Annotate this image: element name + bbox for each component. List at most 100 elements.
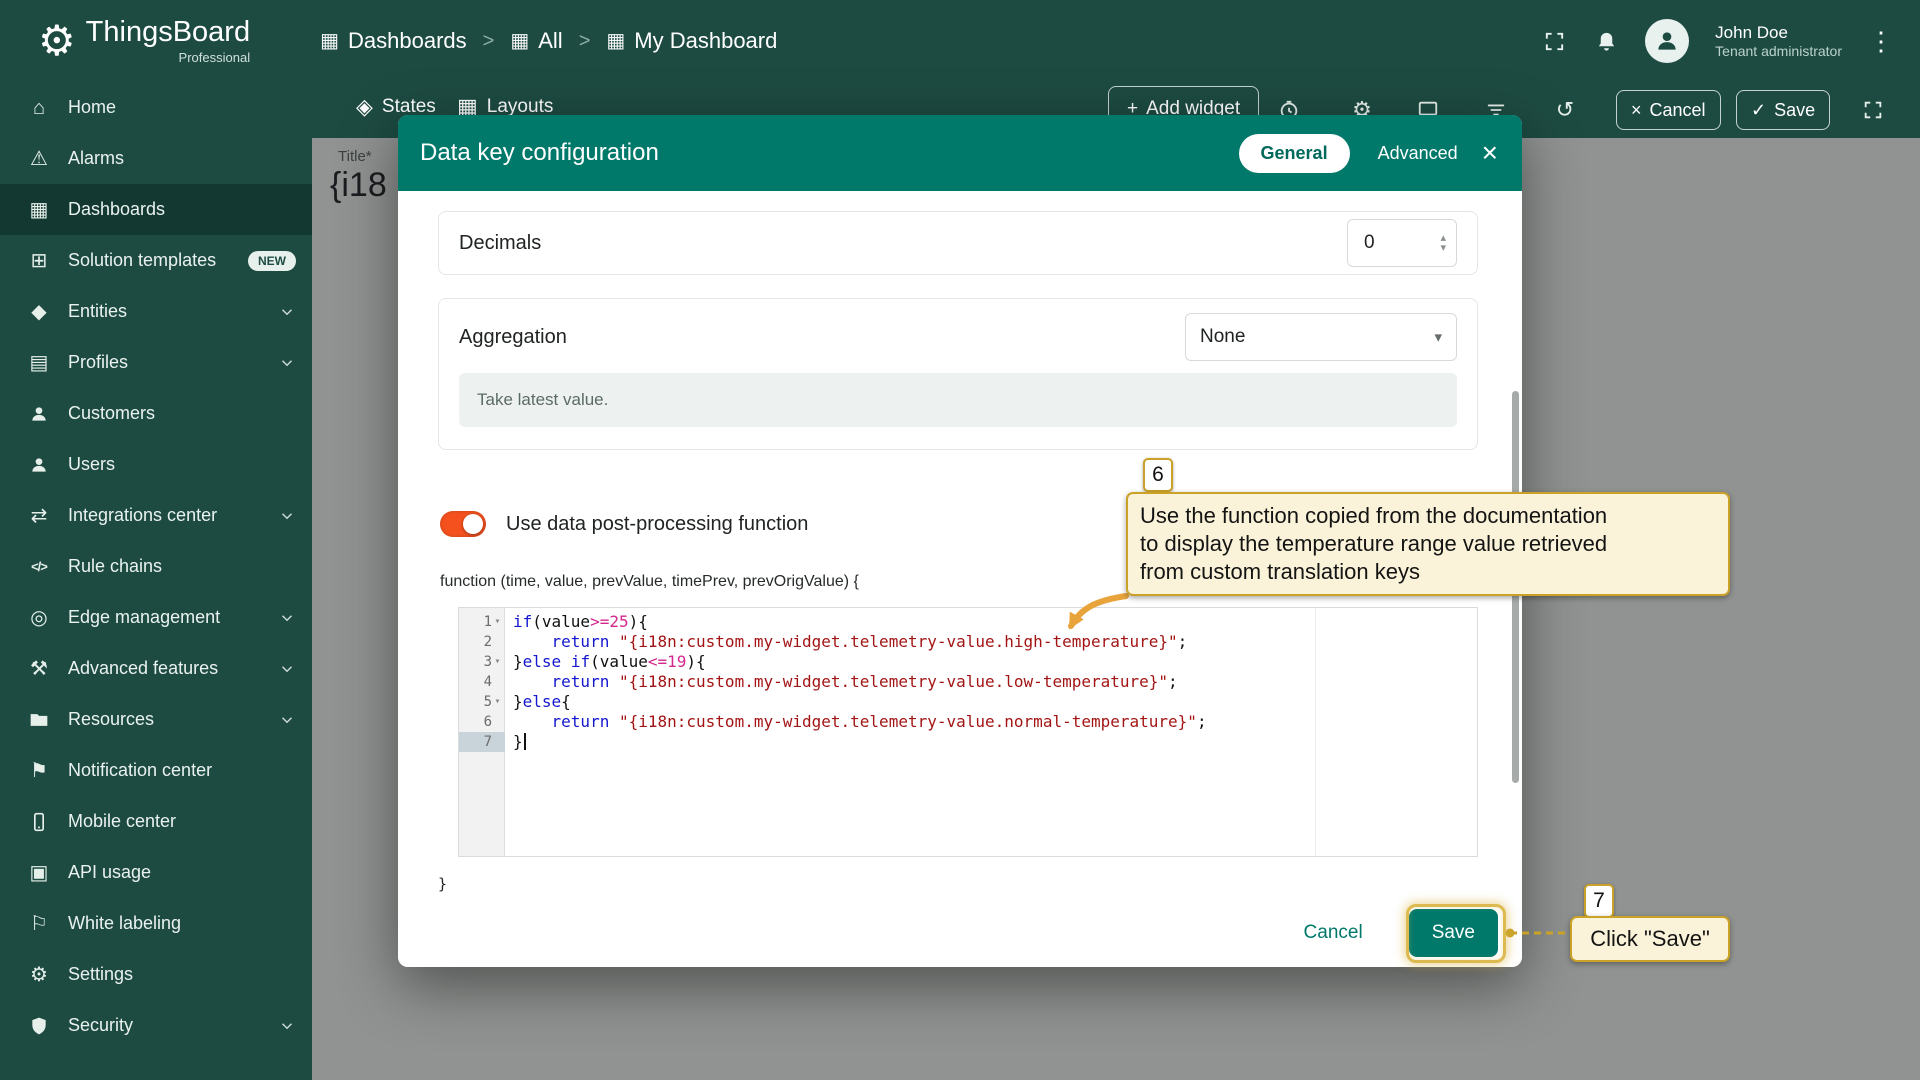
- close-icon[interactable]: ×: [1482, 139, 1498, 167]
- user-block: John Doe Tenant administrator: [1715, 22, 1842, 61]
- step6-badge: 6: [1143, 458, 1173, 492]
- breadcrumb-item-all[interactable]: ▦All: [510, 28, 562, 54]
- chevron-down-icon: [278, 303, 296, 321]
- dashboard-icon: ▦: [320, 31, 339, 51]
- dialog-title: Data key configuration: [420, 139, 659, 167]
- breadcrumb-item-dashboards[interactable]: ▦Dashboards: [320, 28, 467, 54]
- sidebar-item-customers[interactable]: Customers: [0, 388, 312, 439]
- sidebar-item-edge-management[interactable]: ◎Edge management: [0, 592, 312, 643]
- check-icon: ✓: [1751, 100, 1766, 121]
- sidebar-item-notification-center[interactable]: ⚑ Notification center: [0, 745, 312, 796]
- code-text: return "{i18n:custom.my-widget.telemetry…: [505, 672, 1178, 692]
- new-badge: NEW: [248, 251, 296, 271]
- post-processing-toggle[interactable]: [440, 511, 486, 537]
- history-icon[interactable]: ↺: [1552, 97, 1578, 123]
- sidebar-item-label: Mobile center: [68, 811, 176, 832]
- sidebar-item-resources[interactable]: Resources: [0, 694, 312, 745]
- api-icon: ▣: [26, 860, 52, 886]
- sidebar-item-entities[interactable]: ◆ Entities: [0, 286, 312, 337]
- sidebar-item-label: Solution templates: [68, 250, 216, 271]
- breadcrumb-separator: >: [483, 30, 495, 53]
- line-number: 1▾: [459, 612, 505, 632]
- fullscreen-icon[interactable]: [1541, 28, 1567, 54]
- alarms-icon: ⚠: [26, 146, 52, 172]
- sidebar-item-label: Notification center: [68, 760, 212, 781]
- sidebar-item-label: Home: [68, 97, 116, 118]
- decimals-label: Decimals: [459, 232, 541, 255]
- breadcrumb-label: My Dashboard: [634, 28, 777, 54]
- sidebar-item-label: API usage: [68, 862, 151, 883]
- sidebar-item-security[interactable]: Security: [0, 1000, 312, 1051]
- thingsboard-logo[interactable]: ⚙ ThingsBoard Professional: [38, 17, 250, 64]
- toolbar-fullscreen-icon[interactable]: [1860, 97, 1886, 123]
- sidebar-item-label: White labeling: [68, 913, 181, 934]
- kebab-menu-icon[interactable]: ⋮: [1868, 26, 1894, 57]
- save-button-highlight-ring: [1406, 904, 1506, 963]
- toolbar-cancel-label: Cancel: [1650, 100, 1706, 121]
- toolbar-save-button[interactable]: ✓ Save: [1736, 90, 1830, 130]
- toolbar-cancel-button[interactable]: × Cancel: [1616, 90, 1721, 130]
- sidebar-item-label: Dashboards: [68, 199, 165, 220]
- sidebar: ⌂Home ⚠ Alarms ▦Dashboards ⊞ Solution templat…: [0, 82, 312, 1080]
- breadcrumb: ▦Dashboards>▦All>▦My Dashboard: [320, 28, 777, 54]
- chevron-down-icon: [278, 354, 296, 372]
- sidebar-item-label: Security: [68, 1015, 133, 1036]
- breadcrumb-item-my-dashboard[interactable]: ▦My Dashboard: [606, 28, 777, 54]
- stepper-down-icon[interactable]: ▾: [1440, 243, 1446, 253]
- thingsboard-app: ⚙ ThingsBoard Professional ▦Dashboards>▦…: [0, 0, 1920, 1080]
- avatar[interactable]: [1645, 19, 1689, 63]
- sidebar-item-solution-templates[interactable]: ⊞ Solution templates NEW: [0, 235, 312, 286]
- code-editor[interactable]: 1▾if(value>=25){2 return "{i18n:custom.m…: [458, 607, 1478, 857]
- resources-icon: [26, 707, 52, 733]
- sidebar-item-label: Advanced features: [68, 658, 218, 679]
- sidebar-item-api-usage[interactable]: ▣ API usage: [0, 847, 312, 898]
- step7-badge: 7: [1584, 884, 1614, 918]
- dialog-header: Data key configuration General Advanced …: [398, 115, 1522, 191]
- sidebar-item-advanced-features[interactable]: ⚒Advanced features: [0, 643, 312, 694]
- sidebar-item-settings[interactable]: ⚙Settings: [0, 949, 312, 1000]
- thingsboard-logo-gear-icon: ⚙: [38, 20, 76, 62]
- sidebar-item-white-labeling[interactable]: ⚐White labeling: [0, 898, 312, 949]
- sidebar-item-alarms[interactable]: ⚠ Alarms: [0, 133, 312, 184]
- sidebar-item-profiles[interactable]: ▤Profiles: [0, 337, 312, 388]
- close-x-icon: ×: [1631, 100, 1642, 121]
- templates-icon: ⊞: [26, 248, 52, 274]
- sidebar-item-label: Entities: [68, 301, 127, 322]
- aggregation-hint: Take latest value.: [459, 373, 1457, 427]
- tab-advanced[interactable]: Advanced: [1378, 143, 1458, 164]
- sidebar-item-rule-chains[interactable]: </> Rule chains: [0, 541, 312, 592]
- sidebar-item-mobile-center[interactable]: Mobile center: [0, 796, 312, 847]
- sidebar-item-dashboards[interactable]: ▦Dashboards: [0, 184, 312, 235]
- toolbar-save-label: Save: [1774, 100, 1815, 121]
- decimals-value: 0: [1364, 232, 1440, 254]
- line-number: 2: [459, 632, 505, 652]
- sidebar-item-integrations-center[interactable]: ⇄Integrations center: [0, 490, 312, 541]
- code-line: 5▾}else{: [459, 692, 1477, 712]
- notifications-bell-icon[interactable]: [1593, 28, 1619, 54]
- line-number: 3▾: [459, 652, 505, 672]
- tab-general[interactable]: General: [1239, 134, 1350, 173]
- decimals-input[interactable]: 0 ▴ ▾: [1347, 219, 1457, 267]
- rulechains-icon: </>: [26, 554, 52, 580]
- person-icon: [26, 401, 52, 427]
- sidebar-item-label: Settings: [68, 964, 133, 985]
- cancel-button[interactable]: Cancel: [1304, 922, 1363, 944]
- number-stepper[interactable]: ▴ ▾: [1440, 233, 1446, 253]
- person-icon: [26, 452, 52, 478]
- security-icon: [26, 1013, 52, 1039]
- entities-icon: ◆: [26, 299, 52, 325]
- notification-icon: ⚑: [26, 758, 52, 784]
- header-actions: John Doe Tenant administrator ⋮: [1541, 19, 1894, 63]
- code-line: 7}: [459, 732, 1477, 752]
- sidebar-item-label: Alarms: [68, 148, 124, 169]
- sidebar-item-label: Customers: [68, 403, 155, 424]
- chevron-down-icon: [278, 1017, 296, 1035]
- app-header: ⚙ ThingsBoard Professional ▦Dashboards > ▦…: [0, 0, 1920, 82]
- aggregation-select[interactable]: None ▾: [1185, 313, 1457, 361]
- chevron-down-icon: ▾: [1434, 328, 1442, 346]
- sidebar-item-users[interactable]: Users: [0, 439, 312, 490]
- sidebar-item-home[interactable]: ⌂Home: [0, 82, 312, 133]
- code-line: 1▾if(value>=25){: [459, 612, 1477, 632]
- sidebar-item-label: Rule chains: [68, 556, 162, 577]
- line-number: 6: [459, 712, 505, 732]
